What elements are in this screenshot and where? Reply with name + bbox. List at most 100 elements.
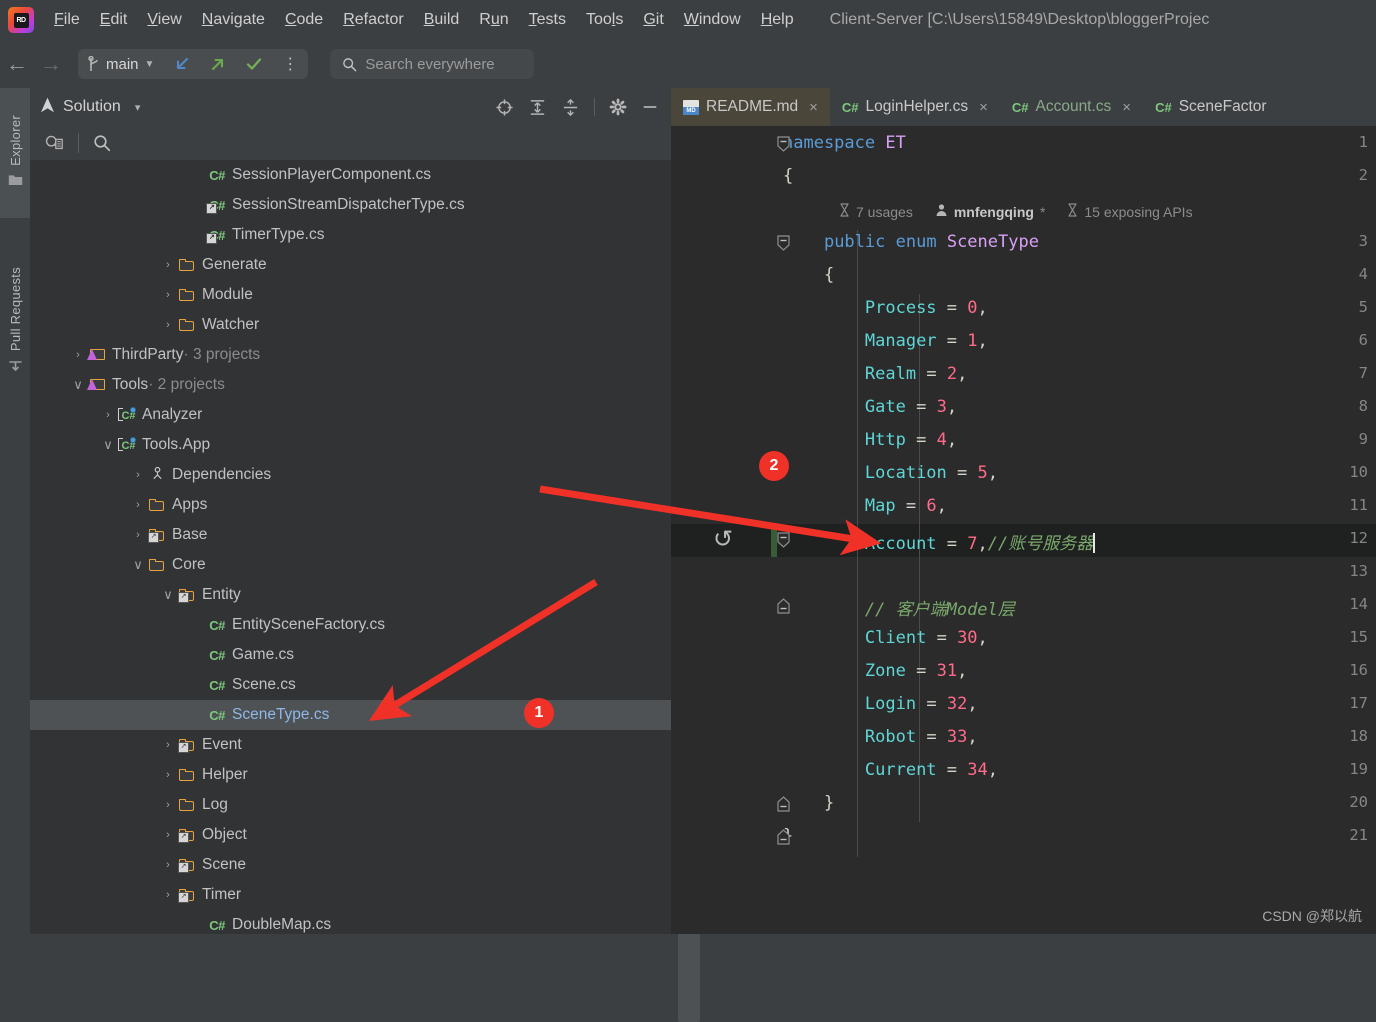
chevron-right-icon[interactable]: › xyxy=(160,889,176,901)
vcs-update-button[interactable] xyxy=(164,49,200,79)
menu-run[interactable]: Run xyxy=(469,7,518,33)
chevron-down-icon[interactable]: ∨ xyxy=(160,587,176,603)
chevron-right-icon[interactable]: › xyxy=(160,289,176,301)
locate-icon[interactable] xyxy=(495,98,514,117)
editor-tab-bar[interactable]: README.md × C# LoginHelper.cs × C# Account.cs ×… xyxy=(671,88,1376,126)
tree-item-tools-app[interactable]: ∨ C# Tools.App xyxy=(30,430,671,460)
menu-window[interactable]: Window xyxy=(674,7,751,33)
editor-tab-scenefactor[interactable]: C# SceneFactor xyxy=(1143,88,1279,126)
tree-item-scene[interactable]: › ↗ Scene xyxy=(30,850,671,880)
tree-item-helper[interactable]: › Helper xyxy=(30,760,671,790)
collapse-all-icon[interactable] xyxy=(561,98,580,117)
code-editor[interactable]: 1 namespace ET 2{3 public enum SceneType 4 … xyxy=(671,126,1376,934)
fold-end-icon[interactable] xyxy=(777,598,790,619)
chevron-right-icon[interactable]: › xyxy=(160,739,176,751)
vcs-push-button[interactable] xyxy=(200,49,236,79)
menu-tools[interactable]: Tools xyxy=(576,7,633,33)
chevron-right-icon[interactable]: › xyxy=(130,499,146,511)
fold-end-icon[interactable] xyxy=(777,796,790,817)
vcs-commit-button[interactable] xyxy=(236,49,272,79)
fold-collapse-icon[interactable] xyxy=(777,532,790,553)
code-lens-author[interactable]: mnfengqing xyxy=(954,204,1034,220)
fold-end-icon[interactable] xyxy=(777,829,790,850)
tree-item-dependencies[interactable]: › Dependencies xyxy=(30,460,671,490)
tab-close-icon[interactable]: × xyxy=(1122,99,1131,116)
tree-item-object[interactable]: › ↗ Object xyxy=(30,820,671,850)
menu-view[interactable]: View xyxy=(137,7,191,33)
tree-item-entityscenefactory-cs[interactable]: C# EntitySceneFactory.cs xyxy=(30,610,671,640)
code-line-16: Zone = 31, xyxy=(864,661,968,681)
menu-tests[interactable]: Tests xyxy=(519,7,576,33)
chevron-right-icon[interactable]: › xyxy=(130,529,146,541)
tree-item-entity[interactable]: ∨ ↗ Entity xyxy=(30,580,671,610)
tree-item-base[interactable]: › ↗ Base xyxy=(30,520,671,550)
tree-item-watcher[interactable]: › Watcher xyxy=(30,310,671,340)
navigate-forward-icon[interactable]: → xyxy=(34,51,68,77)
tool-window-explorer[interactable]: Explorer xyxy=(0,88,30,218)
menu-code[interactable]: Code xyxy=(275,7,333,33)
navigate-back-icon[interactable]: ← xyxy=(0,51,34,77)
tree-item-scenetype-cs[interactable]: C# SceneType.cs xyxy=(30,700,671,730)
tree-item-timertype-cs[interactable]: ↗C# TimerType.cs xyxy=(30,220,671,250)
search-everywhere[interactable]: Search everywhere xyxy=(330,49,535,79)
code-line-3: public enum SceneType xyxy=(823,232,1039,252)
chevron-right-icon[interactable]: › xyxy=(160,319,176,331)
branch-selector[interactable]: main ▼ xyxy=(78,49,164,79)
chevron-right-icon[interactable]: › xyxy=(70,349,86,361)
fold-collapse-icon[interactable] xyxy=(777,136,790,157)
tree-item-sessionstreamdispatchertype-cs[interactable]: ↗C# SessionStreamDispatcherType.cs xyxy=(30,190,671,220)
chevron-right-icon[interactable]: › xyxy=(100,409,116,421)
expand-all-icon[interactable] xyxy=(528,98,547,117)
tree-item-tools[interactable]: ∨ Tools · 2 projects xyxy=(30,370,671,400)
chevron-right-icon[interactable]: › xyxy=(160,859,176,871)
code-lens-exposing-apis[interactable]: 15 exposing APIs xyxy=(1084,204,1192,220)
tree-item-core[interactable]: ∨ Core xyxy=(30,550,671,580)
menu-navigate[interactable]: Navigate xyxy=(192,7,275,33)
menu-edit[interactable]: Edit xyxy=(90,7,138,33)
tree-item-thirdparty[interactable]: › ThirdParty · 3 projects xyxy=(30,340,671,370)
vcs-more-button[interactable]: ⋮ xyxy=(272,49,308,79)
tab-close-icon[interactable]: × xyxy=(809,99,818,116)
chevron-right-icon[interactable]: › xyxy=(160,799,176,811)
editor-tab-account-cs[interactable]: C# Account.cs × xyxy=(1000,88,1143,126)
tree-item-log[interactable]: › Log xyxy=(30,790,671,820)
editor-tab-loginhelper-cs[interactable]: C# LoginHelper.cs × xyxy=(830,88,1000,126)
tab-close-icon[interactable]: × xyxy=(979,99,988,116)
menu-help[interactable]: Help xyxy=(751,7,804,33)
chevron-down-icon[interactable]: ∨ xyxy=(70,377,86,393)
tree-item-apps[interactable]: › Apps xyxy=(30,490,671,520)
chevron-right-icon[interactable]: › xyxy=(160,829,176,841)
chevron-right-icon[interactable]: › xyxy=(160,259,176,271)
chevron-right-icon[interactable]: › xyxy=(160,769,176,781)
tree-item-analyzer[interactable]: › C# Analyzer xyxy=(30,400,671,430)
solution-dropdown-icon[interactable]: ▾ xyxy=(135,101,141,114)
tool-window-pull-requests[interactable]: Pull Requests xyxy=(0,228,30,418)
tree-item-event[interactable]: › ↗ Event xyxy=(30,730,671,760)
chevron-right-icon[interactable]: › xyxy=(130,469,146,481)
tree-item-game-cs[interactable]: C# Game.cs xyxy=(30,640,671,670)
settings-gear-icon[interactable] xyxy=(609,98,627,116)
tree-item-doublemap-cs[interactable]: C# DoubleMap.cs xyxy=(30,910,671,934)
tree-item-sessionplayercomponent-cs[interactable]: C# SessionPlayerComponent.cs xyxy=(30,160,671,190)
tree-item-scene-cs[interactable]: C# Scene.cs xyxy=(30,670,671,700)
code-lens-row[interactable]: 7 usages mnfengqing * 15 exposing APIs xyxy=(839,203,1193,220)
tree-item-module[interactable]: › Module xyxy=(30,280,671,310)
solution-tree[interactable]: C#SessionPlayerComponent.cs↗C#SessionStr… xyxy=(30,160,671,934)
menu-git[interactable]: Git xyxy=(633,7,673,33)
menu-refactor[interactable]: Refactor xyxy=(333,7,413,33)
menu-build[interactable]: Build xyxy=(414,7,470,33)
chevron-down-icon[interactable]: ∨ xyxy=(130,557,146,573)
editor-tab-readme-md[interactable]: README.md × xyxy=(671,88,830,126)
vcs-change-marker[interactable] xyxy=(771,524,777,557)
menu-file[interactable]: File xyxy=(44,7,90,33)
tree-item-label: Base xyxy=(172,526,208,543)
chevron-down-icon[interactable]: ∨ xyxy=(100,437,116,453)
fold-collapse-icon[interactable] xyxy=(777,235,790,256)
search-icon[interactable] xyxy=(93,134,111,152)
tree-item-timer[interactable]: › ↗ Timer xyxy=(30,880,671,910)
code-lens-usages[interactable]: 7 usages xyxy=(856,204,913,220)
rollback-icon[interactable]: ↺ xyxy=(713,525,733,553)
scope-icon[interactable] xyxy=(44,133,64,153)
hide-panel-icon[interactable] xyxy=(641,98,659,116)
tree-item-generate[interactable]: › Generate xyxy=(30,250,671,280)
